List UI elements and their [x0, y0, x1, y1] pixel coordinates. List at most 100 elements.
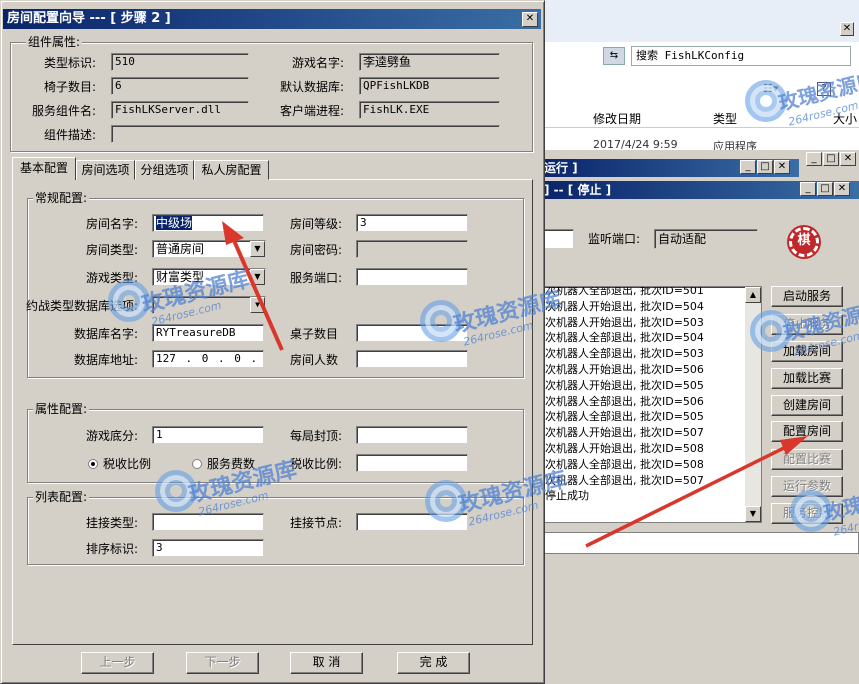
client-process-field: FishLK.EXE: [359, 101, 500, 119]
room-name-input[interactable]: 中级场: [152, 214, 264, 232]
db-name-input[interactable]: RYTreasureDB: [152, 324, 264, 342]
log-lines: 次机器人全部退出, 批次ID=501 次机器人开始退出, 批次ID=504 次机器人…: [545, 287, 704, 504]
close-button[interactable]: ✕: [774, 160, 790, 174]
minimize-button[interactable]: _: [740, 160, 756, 174]
explorer-window: ✕ ⇆ 搜索 FishLKConfig ☷▾ ? 修改日期 类型 大小 2017…: [540, 0, 859, 153]
db-address-input[interactable]: 127 . 0 . 0 . 1: [152, 350, 264, 368]
help-icon[interactable]: ?: [817, 82, 831, 96]
maximize-button[interactable]: □: [823, 152, 839, 166]
component-desc-label: 组件描述:: [44, 128, 97, 142]
scroll-down-icon[interactable]: ▼: [745, 506, 761, 522]
tab-group-options[interactable]: 分组选项: [135, 160, 194, 180]
room-type-label: 房间类型:: [86, 243, 139, 257]
explorer-close-button[interactable]: ✕: [840, 22, 854, 36]
room-people-input[interactable]: [356, 350, 468, 368]
log-scrollbar[interactable]: ▲ ▼: [745, 287, 761, 522]
stop-service-button[interactable]: 停止服务: [771, 314, 843, 335]
tax-ratio-input[interactable]: [356, 454, 468, 472]
game-base-label: 游戏底分:: [86, 429, 139, 443]
cancel-button[interactable]: 取 消: [290, 652, 363, 674]
listen-port-field: 自动适配: [654, 229, 758, 249]
tab-basic-config[interactable]: 基本配置: [12, 157, 76, 180]
server-log-panel[interactable]: 次机器人全部退出, 批次ID=501 次机器人开始退出, 批次ID=504 次机器人…: [540, 286, 762, 523]
room-name-label: 房间名字:: [86, 217, 139, 231]
sort-id-input[interactable]: 3: [152, 539, 264, 557]
room-level-input[interactable]: 3: [356, 214, 468, 232]
col-header-type[interactable]: 类型: [713, 110, 737, 127]
db-name-label: 数据库名字:: [74, 327, 139, 341]
mount-type-input[interactable]: [152, 513, 264, 531]
config-match-button[interactable]: 配置比赛: [771, 449, 843, 470]
chevron-down-icon[interactable]: ▼: [250, 241, 265, 257]
game-name-label: 游戏名字:: [292, 56, 345, 70]
casino-chip-icon: 棋: [789, 227, 819, 257]
game-type-label: 游戏类型:: [86, 271, 139, 285]
close-button[interactable]: ✕: [834, 182, 850, 196]
maximize-button[interactable]: □: [757, 160, 773, 174]
service-port-label: 服务端口:: [290, 271, 343, 285]
sort-id-label: 排序标识:: [86, 542, 139, 556]
mount-node-label: 挂接节点:: [290, 516, 343, 530]
close-button[interactable]: ✕: [840, 152, 856, 166]
type-id-field: 510: [111, 53, 249, 71]
component-desc-field: [111, 125, 500, 143]
game-base-input[interactable]: 1: [152, 426, 264, 444]
table-count-label: 桌子数目: [290, 327, 339, 341]
game-type-select[interactable]: 财富类型 ▼: [152, 268, 266, 286]
log-line: 次机器人开始退出, 批次ID=503: [545, 315, 704, 329]
tab-private-room[interactable]: 私人房配置: [194, 160, 269, 180]
service-control-button[interactable]: 服务控制: [771, 503, 843, 524]
list-group-title: 列表配置:: [33, 490, 90, 504]
load-match-button[interactable]: 加载比赛: [771, 368, 843, 389]
log-line: 次机器人开始退出, 批次ID=504: [545, 299, 704, 313]
room-password-input: [356, 240, 468, 258]
server-bottom-field: [540, 532, 859, 554]
prev-step-button[interactable]: 上一步: [81, 652, 154, 674]
component-group-title: 组件属性:: [26, 35, 83, 49]
battle-type-db-label: 约战类型数据库选项:: [26, 299, 139, 313]
start-service-button[interactable]: 启动服务: [771, 286, 843, 307]
service-port-input[interactable]: [356, 268, 468, 286]
col-header-size[interactable]: 大小: [833, 110, 857, 127]
room-type-select[interactable]: 普通房间 ▼: [152, 240, 266, 258]
room-name-selected-text: 中级场: [156, 216, 193, 230]
chevron-down-icon[interactable]: ▼: [250, 269, 265, 285]
nav-refresh-icon[interactable]: ⇆: [603, 47, 625, 65]
log-line: 次机器人全部退出, 批次ID=507: [545, 473, 704, 487]
mount-type-label: 挂接类型:: [86, 516, 139, 530]
attr-group-title: 属性配置:: [33, 402, 90, 416]
maximize-button[interactable]: □: [817, 182, 833, 196]
config-room-button[interactable]: 配置房间: [771, 421, 843, 442]
finish-button[interactable]: 完 成: [397, 652, 470, 674]
minimize-button[interactable]: _: [800, 182, 816, 196]
log-line: 次机器人全部退出, 批次ID=504: [545, 331, 704, 345]
game-name-field: 李逵劈鱼: [359, 53, 500, 71]
run-params-button[interactable]: 运行参数: [771, 476, 843, 497]
chair-count-label: 椅子数目:: [44, 80, 97, 94]
load-room-button[interactable]: 加载房间: [771, 341, 843, 362]
create-room-button[interactable]: 创建房间: [771, 395, 843, 416]
table-count-input[interactable]: [356, 324, 468, 342]
round-cap-input[interactable]: [356, 426, 468, 444]
type-id-label: 类型标识:: [44, 56, 97, 70]
room-password-label: 房间密码:: [290, 243, 343, 257]
col-header-date[interactable]: 修改日期: [593, 110, 641, 127]
view-options-icon[interactable]: ☷▾: [763, 82, 783, 96]
tax-ratio-label: 税收比例:: [290, 457, 343, 471]
minimize-button[interactable]: _: [806, 152, 822, 166]
tax-rate-radio[interactable]: 税收比例: [88, 456, 151, 472]
dialog-close-button[interactable]: ✕: [522, 12, 538, 27]
server-name-field[interactable]: [540, 229, 574, 249]
service-fee-radio[interactable]: 服务费数: [192, 456, 255, 472]
next-step-button[interactable]: 下一步: [186, 652, 259, 674]
log-line: 次机器人全部退出, 批次ID=506: [545, 394, 704, 408]
chevron-down-icon: ▼: [250, 297, 265, 313]
service-fee-option-label: 服务费数: [207, 457, 256, 471]
explorer-search-input[interactable]: 搜索 FishLKConfig: [631, 46, 851, 66]
log-line: 次机器人开始退出, 批次ID=506: [545, 362, 704, 376]
explorer-titlebar: [541, 0, 859, 42]
room-people-label: 房间人数: [290, 353, 339, 367]
tab-room-options[interactable]: 房间选项: [76, 160, 135, 180]
scroll-up-icon[interactable]: ▲: [745, 287, 761, 303]
mount-node-input[interactable]: [356, 513, 468, 531]
